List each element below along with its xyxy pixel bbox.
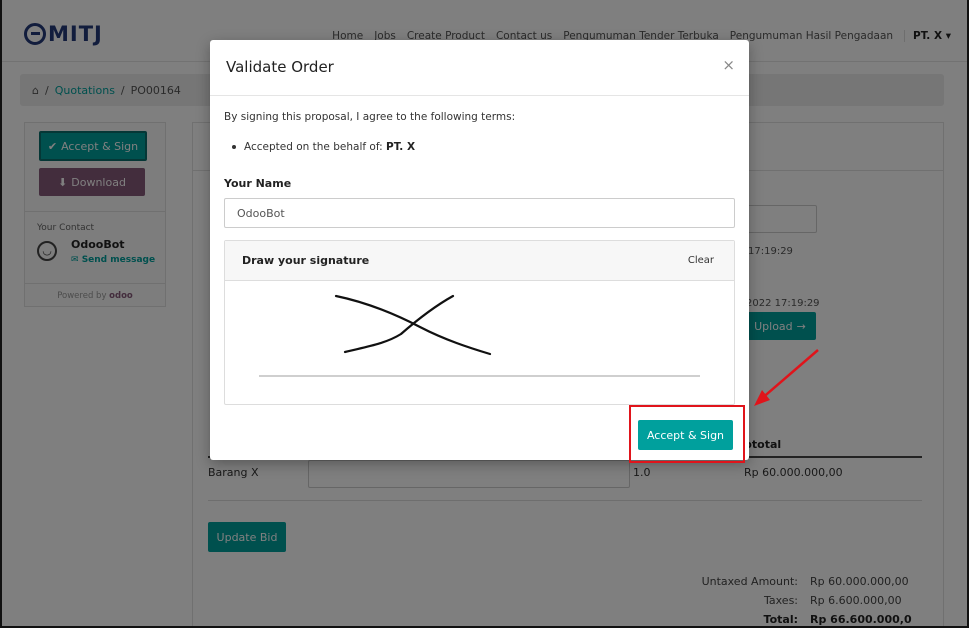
- signature-title: Draw your signature: [242, 254, 370, 267]
- signature-stroke: [343, 294, 455, 354]
- signature-box: Draw your signature Clear: [224, 240, 735, 405]
- terms-intro: By signing this proposal, I agree to the…: [224, 111, 516, 123]
- annotation-highlight-box: [629, 405, 745, 463]
- name-input[interactable]: [224, 198, 735, 228]
- arrow-shaft: [759, 349, 819, 401]
- signature-canvas[interactable]: [225, 282, 734, 404]
- modal-header: Validate Order ×: [210, 40, 749, 96]
- name-label: Your Name: [224, 177, 292, 190]
- signature-header: Draw your signature Clear: [225, 241, 734, 281]
- annotation-arrow-icon: [754, 349, 819, 406]
- clear-signature-link[interactable]: Clear: [688, 255, 714, 266]
- accepted-prefix: Accepted on the behalf of:: [244, 141, 387, 153]
- terms-bullet: Accepted on the behalf of: PT. X: [231, 141, 416, 153]
- accepted-company: PT. X: [386, 141, 416, 153]
- close-icon[interactable]: ×: [722, 56, 735, 74]
- validate-order-modal: Validate Order × By signing this proposa…: [210, 40, 749, 460]
- modal-title: Validate Order: [226, 58, 334, 76]
